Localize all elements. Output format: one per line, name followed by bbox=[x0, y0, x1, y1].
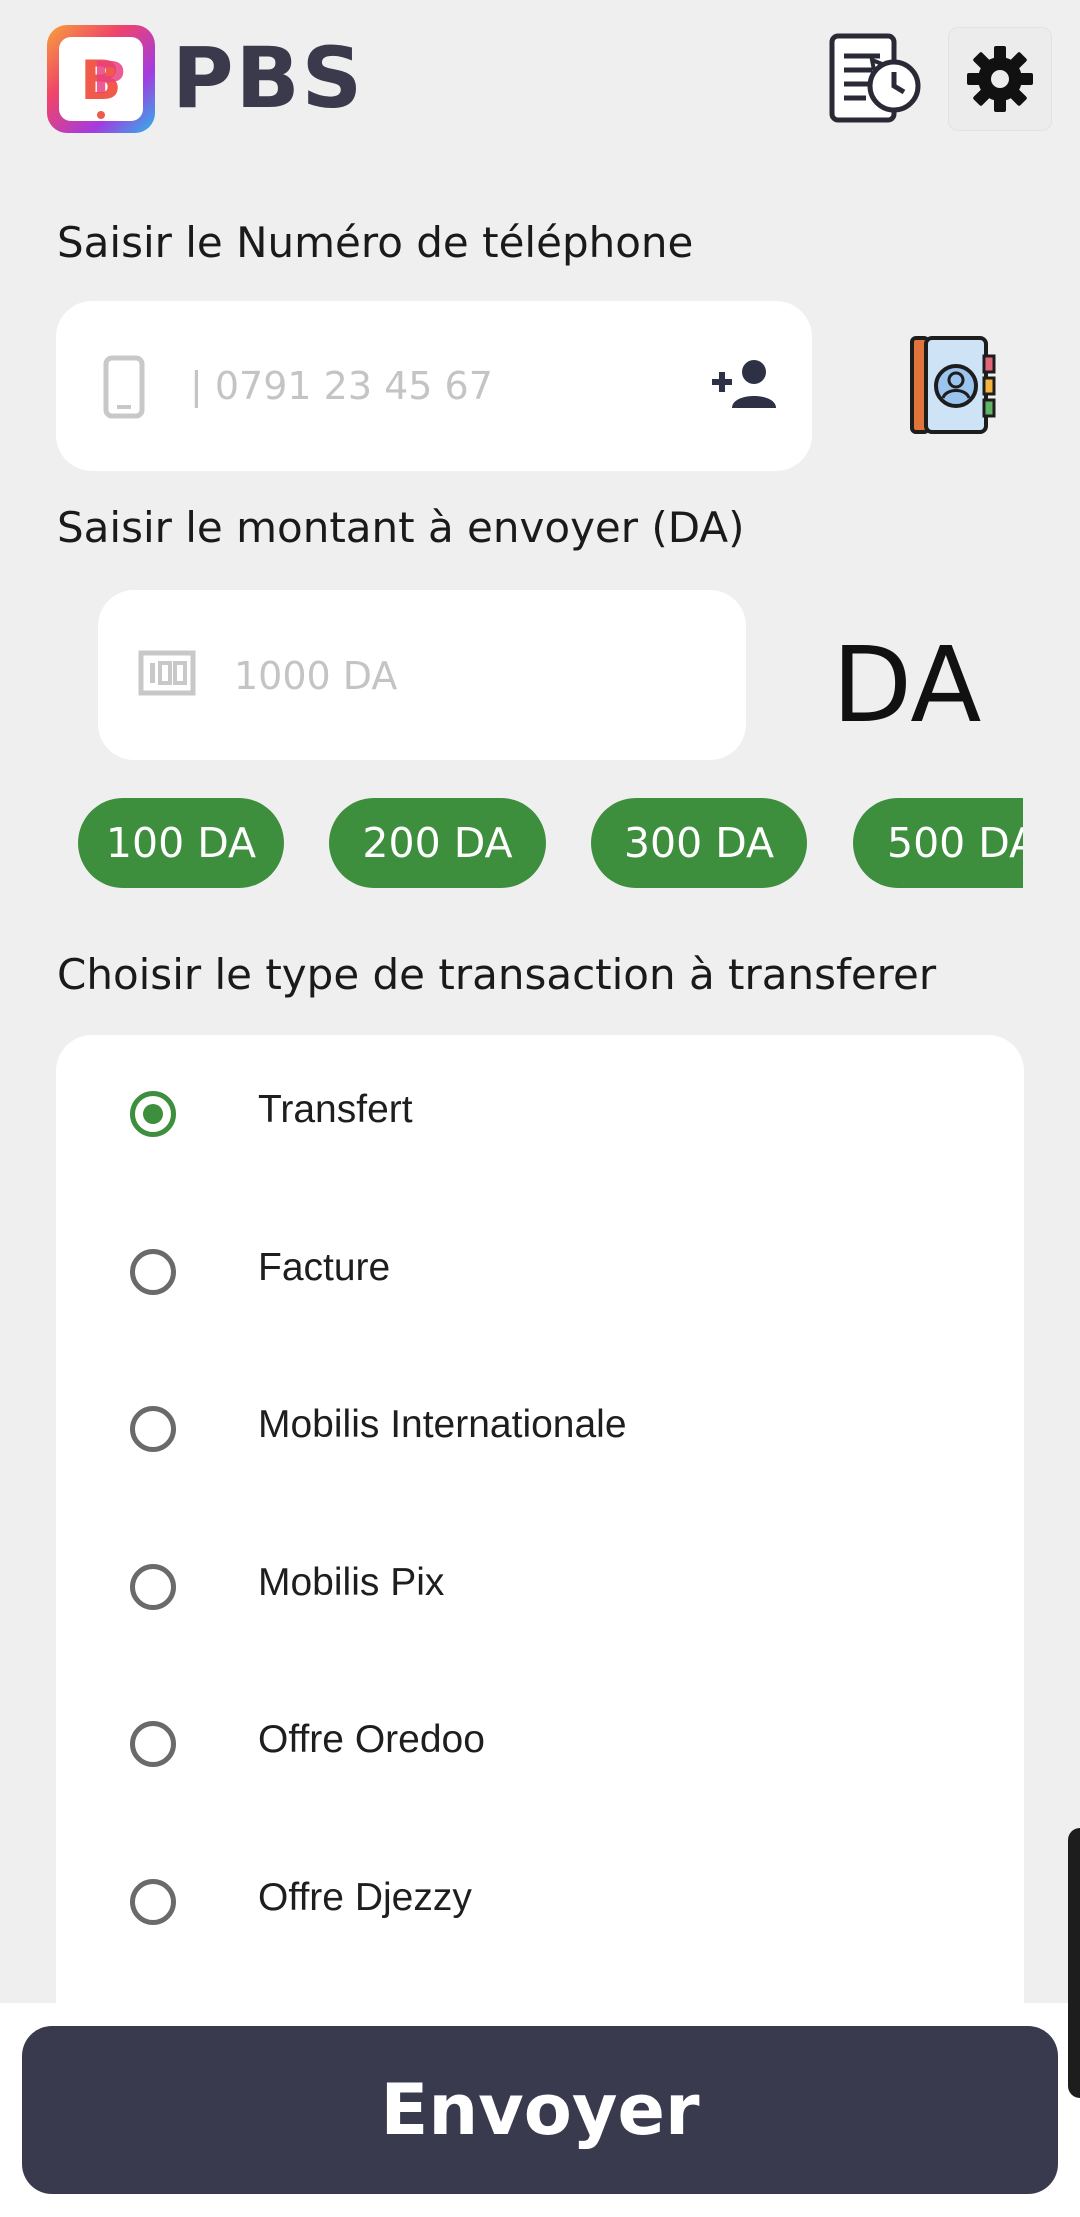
gear-icon bbox=[967, 46, 1033, 112]
address-book-icon bbox=[910, 336, 996, 434]
radio-option-label: Mobilis Internationale bbox=[258, 1403, 627, 1446]
radio-button[interactable] bbox=[130, 1564, 176, 1610]
radio-button[interactable] bbox=[130, 1721, 176, 1767]
add-contact-button[interactable] bbox=[710, 356, 780, 412]
radio-button[interactable] bbox=[130, 1879, 176, 1925]
person-add-icon bbox=[712, 360, 776, 408]
radio-option-mobilis-pix[interactable]: Mobilis Pix bbox=[56, 1529, 1024, 1649]
transaction-history-icon bbox=[829, 33, 921, 123]
radio-option-label: Mobilis Pix bbox=[258, 1561, 445, 1604]
pbs-logo-icon: B P bbox=[45, 23, 157, 135]
radio-option-label: Facture bbox=[258, 1246, 391, 1289]
radio-option-label: Offre Djezzy bbox=[258, 1876, 472, 1919]
quick-amount-chip[interactable]: 100 DA bbox=[78, 798, 284, 888]
cash-icon bbox=[138, 650, 196, 696]
radio-option-label: Transfert bbox=[258, 1088, 413, 1131]
contacts-book-button[interactable] bbox=[908, 334, 998, 436]
radio-button-selected[interactable] bbox=[130, 1091, 176, 1137]
quick-amounts-row: 100 DA 200 DA 300 DA 500 DA bbox=[0, 798, 1023, 890]
radio-option-mobilis-internationale[interactable]: Mobilis Internationale bbox=[56, 1371, 1024, 1491]
send-button[interactable]: Envoyer bbox=[22, 2026, 1058, 2194]
app-title: PBS bbox=[172, 29, 365, 127]
radio-button[interactable] bbox=[130, 1249, 176, 1295]
settings-button[interactable] bbox=[948, 27, 1052, 131]
phone-label: Saisir le Numéro de téléphone bbox=[57, 218, 694, 267]
radio-option-offre-oredoo[interactable]: Offre Oredoo bbox=[56, 1686, 1024, 1806]
quick-amount-chip[interactable]: 300 DA bbox=[591, 798, 807, 888]
currency-label: DA bbox=[832, 624, 982, 746]
amount-input[interactable] bbox=[232, 640, 716, 712]
quick-amount-chip[interactable]: 500 DA bbox=[853, 798, 1023, 888]
transaction-type-label: Choisir le type de transaction à transfe… bbox=[57, 950, 937, 999]
svg-text:P: P bbox=[93, 53, 125, 104]
scrollbar-handle[interactable] bbox=[1068, 1828, 1080, 2098]
radio-option-facture[interactable]: Facture bbox=[56, 1214, 1024, 1334]
transaction-type-list: Transfert Facture Mobilis Internationale… bbox=[56, 1035, 1024, 2035]
radio-option-offre-djezzy[interactable]: Offre Djezzy bbox=[56, 1844, 1024, 1964]
radio-option-label: Offre Oredoo bbox=[258, 1718, 485, 1761]
radio-option-transfert[interactable]: Transfert bbox=[56, 1056, 1024, 1176]
radio-button[interactable] bbox=[130, 1406, 176, 1452]
smartphone-icon bbox=[103, 355, 145, 419]
quick-amount-chip[interactable]: 200 DA bbox=[329, 798, 546, 888]
phone-input[interactable] bbox=[188, 350, 692, 422]
amount-label: Saisir le montant à envoyer (DA) bbox=[57, 503, 745, 552]
transaction-history-button[interactable] bbox=[828, 30, 924, 130]
